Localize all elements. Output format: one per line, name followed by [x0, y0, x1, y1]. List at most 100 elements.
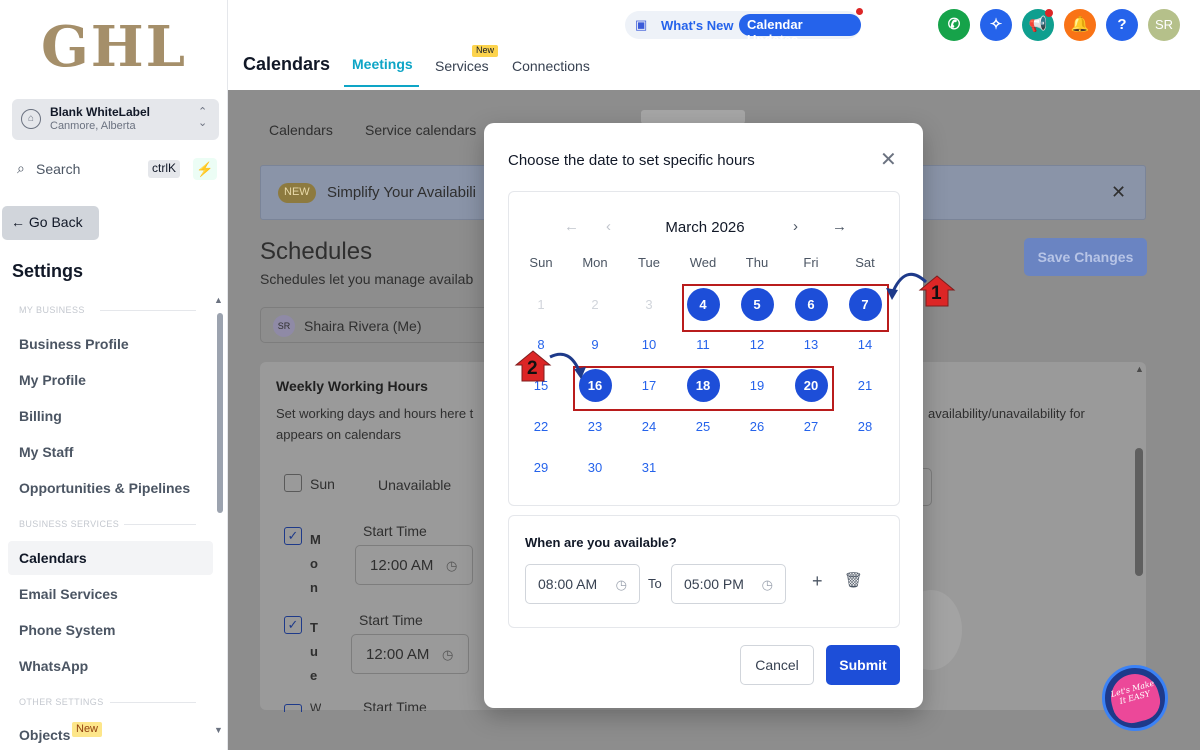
tab-connections[interactable]: Connections: [512, 58, 590, 74]
time-value: 12:00 AM: [370, 557, 434, 574]
start-time-label: Start Time: [359, 612, 423, 628]
weekday-wed: Wed: [689, 255, 717, 270]
tue-start-time[interactable]: 12:00 AM ◷: [351, 634, 469, 674]
weekday-mon: Mon: [582, 255, 608, 270]
scroll-down-icon[interactable]: ▼: [214, 725, 223, 735]
user-name: Shaira Rivera (Me): [304, 318, 422, 334]
clock-icon: ◷: [761, 577, 773, 592]
availability-section: When are you available? 08:00 AM ◷ To 05…: [508, 515, 900, 628]
calendar-day[interactable]: 12: [730, 327, 784, 363]
from-time-input[interactable]: 08:00 AM ◷: [525, 564, 640, 604]
day-number: 30: [587, 460, 603, 475]
section-my-business: MY BUSINESS: [19, 305, 85, 315]
time-value: 12:00 AM: [366, 646, 430, 663]
sidebar-scrollbar[interactable]: [217, 313, 223, 513]
sidebar-item-whatsapp[interactable]: WhatsApp: [8, 649, 213, 683]
top-header: ▣ What's New Calendar Updates ✆ ✧ 📢 🔔 ? …: [228, 0, 1200, 90]
day-number: 12: [749, 337, 765, 352]
section-business-services: BUSINESS SERVICES: [19, 519, 120, 529]
phone-icon[interactable]: ✆: [938, 9, 970, 41]
calendar-day[interactable]: 27: [784, 409, 838, 445]
calendar-day[interactable]: 23: [568, 409, 622, 445]
annotation-arrow-1: [886, 272, 956, 307]
calendar-day[interactable]: 22: [514, 409, 568, 445]
day-number: 27: [803, 419, 819, 434]
settings-title: Settings: [12, 261, 84, 281]
start-time-label: Start Time: [363, 699, 427, 711]
sidebar-item-my-staff[interactable]: My Staff: [8, 435, 213, 469]
sidebar-item-billing[interactable]: Billing: [8, 399, 213, 433]
calendar-day[interactable]: 24: [622, 409, 676, 445]
sidebar-item-business-profile[interactable]: Business Profile: [8, 327, 213, 361]
cancel-button[interactable]: Cancel: [740, 645, 814, 685]
next-year-icon[interactable]: →: [832, 218, 847, 235]
sidebar-item-my-profile[interactable]: My Profile: [8, 363, 213, 397]
availability-question: When are you available?: [525, 535, 677, 550]
submit-button[interactable]: Submit: [826, 645, 900, 685]
calendar-day[interactable]: 30: [568, 450, 622, 486]
calendar-day[interactable]: 21: [838, 368, 892, 404]
bell-icon[interactable]: 🔔: [1064, 9, 1096, 41]
day-number: 24: [641, 419, 657, 434]
tue-checkbox[interactable]: ✓: [284, 616, 302, 634]
close-icon[interactable]: ✕: [1111, 182, 1126, 203]
calendar-day[interactable]: 26: [730, 409, 784, 445]
calendar-day[interactable]: 28: [838, 409, 892, 445]
trash-icon[interactable]: 🗑: [844, 571, 863, 589]
scroll-up-icon[interactable]: ▲: [1135, 364, 1144, 374]
tab-meetings[interactable]: Meetings: [352, 56, 413, 72]
day-number: 31: [641, 460, 657, 475]
magic-icon[interactable]: ✧: [980, 9, 1012, 41]
mon-checkbox[interactable]: ✓: [284, 527, 302, 545]
highlight-box-2: [573, 366, 834, 411]
sun-checkbox[interactable]: [284, 474, 302, 492]
to-time-input[interactable]: 05:00 PM ◷: [671, 564, 786, 604]
account-switcher[interactable]: ⌂ Blank WhiteLabel Canmore, Alberta ⌃ ⌄: [12, 99, 219, 140]
calendar-day[interactable]: 14: [838, 327, 892, 363]
bolt-icon[interactable]: ⚡: [193, 158, 217, 180]
scroll-up-icon[interactable]: ▲: [214, 295, 223, 305]
search-shortcut: ctrlK: [148, 160, 180, 178]
calendar-day[interactable]: 13: [784, 327, 838, 363]
subtab-service-calendars[interactable]: Service calendars: [365, 122, 476, 138]
go-back-button[interactable]: ← Go Back: [2, 206, 99, 240]
sidebar-item-opportunities[interactable]: Opportunities & Pipelines: [8, 471, 213, 505]
calendar-day: 1: [514, 287, 568, 323]
day-number: 26: [749, 419, 765, 434]
sidebar-item-email-services[interactable]: Email Services: [8, 577, 213, 611]
day-number: 9: [591, 337, 599, 352]
day-number: 23: [587, 419, 603, 434]
clock-icon: ◷: [615, 577, 627, 592]
whats-new-pill[interactable]: ▣ What's New Calendar Updates: [625, 11, 861, 47]
day-number: 14: [857, 337, 873, 352]
divider: [100, 310, 196, 311]
user-select[interactable]: SR Shaira Rivera (Me): [260, 307, 490, 343]
subtab-calendars[interactable]: Calendars: [269, 122, 333, 138]
save-changes-button[interactable]: Save Changes: [1024, 238, 1147, 276]
weekday-fri: Fri: [803, 255, 819, 270]
sidebar-search[interactable]: ⌕ Search ctrlK: [12, 155, 184, 183]
day-label-sun: Sun: [310, 476, 335, 492]
mon-start-time[interactable]: 12:00 AM ◷: [355, 545, 473, 585]
sidebar-item-calendars[interactable]: Calendars: [8, 541, 213, 575]
notification-dot: [856, 8, 863, 15]
help-icon[interactable]: ?: [1106, 9, 1138, 41]
calendar-day[interactable]: 10: [622, 327, 676, 363]
sidebar-item-objects[interactable]: Objects: [8, 718, 213, 744]
user-avatar[interactable]: SR: [1148, 9, 1180, 41]
calendar-day[interactable]: 29: [514, 450, 568, 486]
sidebar-item-phone-system[interactable]: Phone System: [8, 613, 213, 647]
new-badge: NEW: [278, 183, 316, 203]
calendar-day[interactable]: 25: [676, 409, 730, 445]
chevron-updown-icon: ⌃ ⌄: [198, 106, 208, 129]
tab-services[interactable]: Services: [435, 58, 489, 74]
add-slot-icon[interactable]: +: [812, 571, 823, 592]
wed-checkbox[interactable]: [284, 704, 302, 712]
close-icon[interactable]: ✕: [880, 147, 897, 172]
day-label-wed: W: [310, 701, 322, 711]
next-month-icon[interactable]: ›: [793, 218, 798, 235]
calendar-updates-badge[interactable]: Calendar Updates: [739, 14, 861, 47]
calendar-day[interactable]: 11: [676, 327, 730, 363]
content-scrollbar[interactable]: [1135, 448, 1143, 576]
calendar-day[interactable]: 31: [622, 450, 676, 486]
